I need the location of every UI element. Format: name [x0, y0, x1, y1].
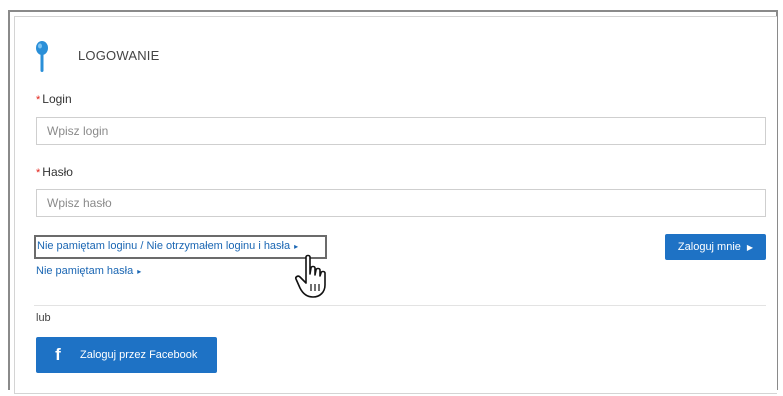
hand-cursor-icon	[295, 254, 326, 298]
login-input[interactable]	[36, 117, 766, 145]
play-arrow-icon: ▶	[746, 242, 754, 252]
login-label-row: * Login	[36, 92, 72, 106]
forgot-password-link[interactable]: Nie pamiętam hasła ▸	[36, 265, 141, 277]
facebook-login-button[interactable]: f Zaloguj przez Facebook	[36, 337, 217, 373]
facebook-icon: f	[55, 345, 61, 364]
required-mark: *	[36, 94, 41, 106]
link-arrow-icon: ▸	[137, 267, 142, 276]
divider	[34, 305, 766, 306]
facebook-button-label: Zaloguj przez Facebook	[80, 349, 198, 361]
password-label-row: * Hasło	[36, 165, 73, 179]
login-button-label: Zaloguj mnie	[677, 241, 741, 253]
page-title: LOGOWANIE	[78, 48, 160, 63]
pin-icon	[36, 41, 48, 72]
or-text: lub	[36, 312, 51, 324]
password-input[interactable]	[36, 189, 766, 217]
login-label: Login	[42, 92, 72, 106]
login-button[interactable]: Zaloguj mnie ▶	[665, 234, 766, 260]
link-arrow-icon: ▸	[294, 242, 299, 251]
password-label: Hasło	[42, 165, 73, 179]
forgot-password-label: Nie pamiętam hasła	[36, 265, 134, 277]
required-mark: *	[36, 167, 41, 179]
forgot-login-label: Nie pamiętam loginu / Nie otrzymałem log…	[37, 240, 291, 252]
forgot-login-link[interactable]: Nie pamiętam loginu / Nie otrzymałem log…	[37, 240, 298, 252]
